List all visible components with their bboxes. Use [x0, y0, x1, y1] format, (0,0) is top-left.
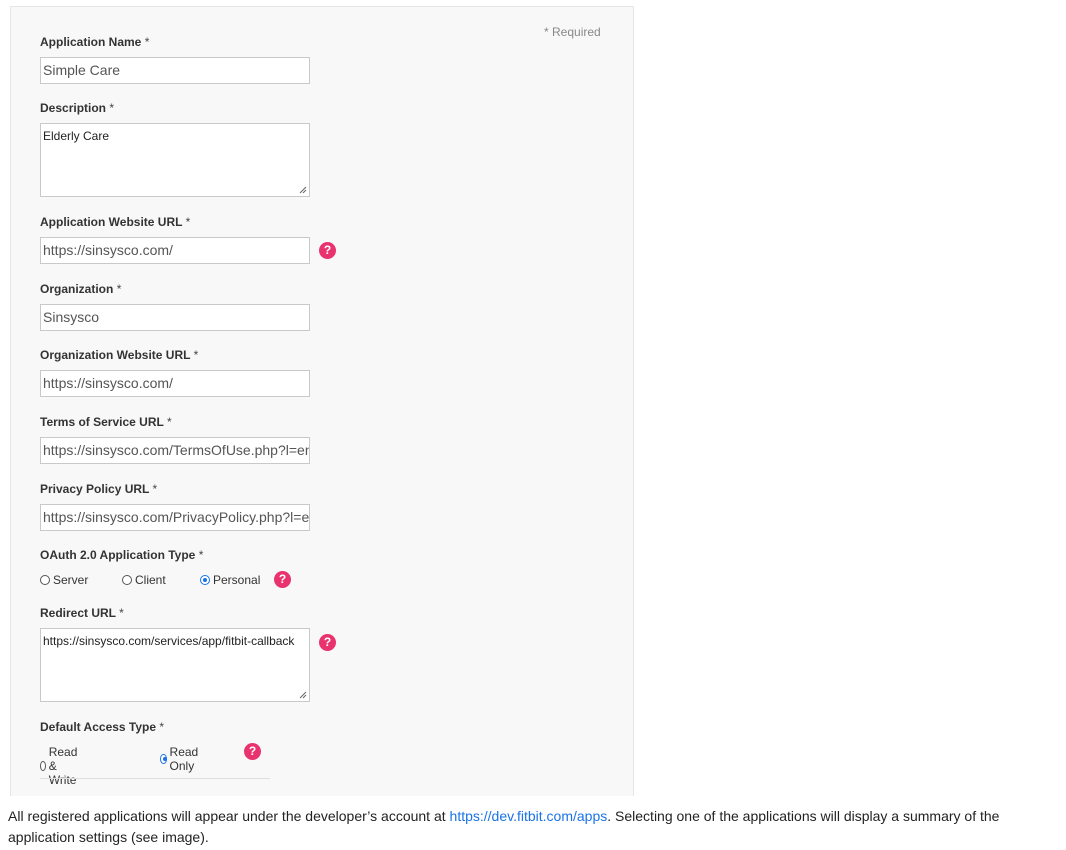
required-star: *	[144, 35, 150, 49]
apps-link[interactable]: https://dev.fitbit.com/apps	[450, 808, 608, 824]
redirect-label-text: Redirect URL	[40, 606, 116, 620]
access-type-label: Default Access Type *	[40, 720, 164, 734]
oauth-option-label: Client	[135, 573, 166, 587]
required-star: *	[198, 548, 204, 562]
org-website-label: Organization Website URL *	[40, 348, 198, 362]
radio-checked-icon	[200, 575, 210, 585]
access-radio-read-write[interactable]: Read & Write	[40, 745, 82, 787]
redirect-label: Redirect URL *	[40, 606, 124, 620]
tos-input[interactable]: https://sinsysco.com/TermsOfUse.php?l=en	[40, 437, 310, 464]
app-website-label-text: Application Website URL	[40, 215, 183, 229]
privacy-label-text: Privacy Policy URL	[40, 482, 150, 496]
description-label: Description *	[40, 101, 114, 115]
privacy-input[interactable]: https://sinsysco.com/PrivacyPolicy.php?l…	[40, 504, 310, 531]
app-website-label: Application Website URL *	[40, 215, 190, 229]
required-note: * Required	[544, 25, 601, 39]
privacy-label: Privacy Policy URL *	[40, 482, 157, 496]
description-value: Elderly Care	[43, 129, 110, 143]
question-circle-icon[interactable]: ?	[319, 242, 336, 259]
organization-label-text: Organization	[40, 282, 114, 296]
radio-unchecked-icon	[122, 575, 132, 585]
radio-checked-icon	[160, 754, 167, 764]
access-radio-read-only[interactable]: Read Only	[160, 745, 202, 773]
question-circle-icon[interactable]: ?	[244, 743, 261, 760]
required-star: *	[109, 101, 115, 115]
form-divider	[40, 778, 270, 779]
required-star: *	[116, 282, 122, 296]
app-name-label: Application Name *	[40, 35, 149, 49]
oauth-radio-personal[interactable]: Personal	[200, 573, 260, 587]
access-option-label: Read & Write	[48, 745, 78, 787]
access-option-label: Read Only	[169, 745, 199, 773]
resize-grip-icon[interactable]	[299, 186, 307, 194]
oauth-radio-server[interactable]: Server	[40, 573, 88, 587]
oauth-option-label: Server	[53, 573, 89, 587]
tos-label-text: Terms of Service URL	[40, 415, 164, 429]
required-star: *	[152, 482, 158, 496]
radio-unchecked-icon	[40, 575, 50, 585]
question-circle-icon[interactable]: ?	[319, 634, 336, 651]
required-star: *	[166, 415, 172, 429]
required-star: *	[159, 720, 165, 734]
oauth-radio-client[interactable]: Client	[122, 573, 166, 587]
tos-label: Terms of Service URL *	[40, 415, 172, 429]
required-star: *	[119, 606, 124, 620]
required-star: *	[185, 215, 191, 229]
app-website-input[interactable]: https://sinsysco.com/	[40, 237, 310, 264]
question-circle-icon[interactable]: ?	[274, 571, 291, 588]
redirect-textarea[interactable]: https://sinsysco.com/services/app/fitbit…	[40, 628, 310, 702]
oauth-type-label: OAuth 2.0 Application Type *	[40, 548, 203, 562]
organization-input[interactable]: Sinsysco	[40, 304, 310, 331]
org-website-input[interactable]: https://sinsysco.com/	[40, 370, 310, 397]
info-paragraph: All registered applications will appear …	[8, 806, 1063, 848]
oauth-type-label-text: OAuth 2.0 Application Type	[40, 548, 196, 562]
redirect-value: https://sinsysco.com/services/app/fitbit…	[43, 634, 295, 648]
radio-unchecked-icon	[40, 761, 46, 771]
required-star: *	[193, 348, 199, 362]
org-website-label-text: Organization Website URL	[40, 348, 191, 362]
access-type-label-text: Default Access Type	[40, 720, 157, 734]
description-label-text: Description	[40, 101, 107, 115]
oauth-option-label: Personal	[213, 573, 261, 587]
paragraph-text-before: All registered applications will appear …	[8, 808, 450, 824]
app-name-input[interactable]: Simple Care	[40, 57, 310, 84]
organization-label: Organization *	[40, 282, 121, 296]
app-name-label-text: Application Name	[40, 35, 142, 49]
description-textarea[interactable]: Elderly Care	[40, 123, 310, 197]
resize-grip-icon[interactable]	[299, 691, 307, 699]
